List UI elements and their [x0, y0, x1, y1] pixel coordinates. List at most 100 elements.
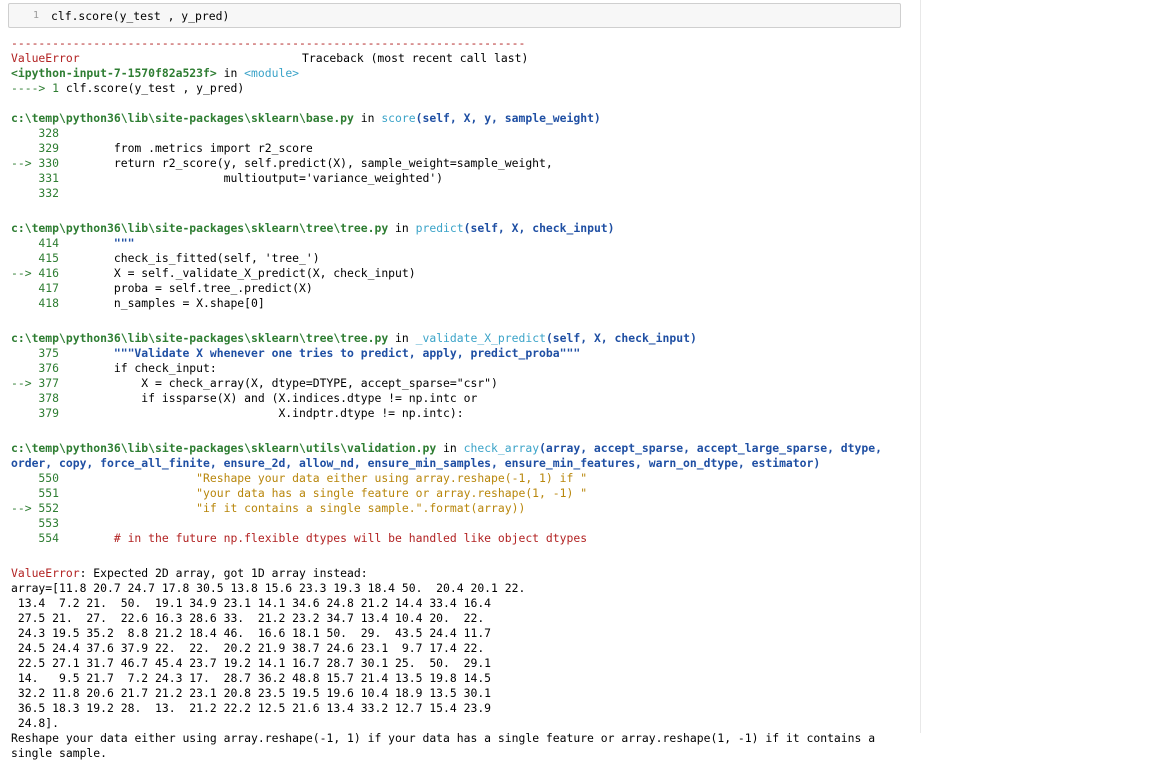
code-line: 332	[11, 186, 916, 201]
final-error-name: ValueError	[11, 566, 80, 580]
line-number: 378	[38, 391, 59, 405]
code-text: X.indptr.dtype != np.intc):	[59, 406, 464, 420]
code-line: 376 if check_input:	[11, 361, 916, 376]
array-line: 13.4 7.2 21. 50. 19.1 34.9 23.1 14.1 34.…	[11, 596, 492, 610]
code-line: 378 if issparse(X) and (X.indices.dtype …	[11, 391, 916, 406]
error-array-dump: array=[11.8 20.7 24.7 17.8 30.5 13.8 15.…	[11, 581, 916, 761]
module-name: <module>	[244, 66, 300, 80]
first-line-code: clf.score(y_test , y_pred)	[65, 81, 245, 95]
frame-function: check_array	[463, 441, 540, 455]
code-line: 414 """	[11, 236, 916, 251]
final-error-message: : Expected 2D array, got 1D array instea…	[79, 566, 368, 580]
code-text: from .metrics import r2_score	[59, 141, 313, 155]
line-number: 553	[38, 516, 59, 530]
array-line: 14. 9.5 21.7 7.2 24.3 17. 28.7 36.2 48.8…	[11, 671, 492, 685]
line-number: 550	[38, 471, 59, 485]
code-line: 379 X.indptr.dtype != np.intc):	[11, 406, 916, 421]
array-line: 24.3 19.5 35.2 8.8 21.2 18.4 46. 16.6 18…	[11, 626, 492, 640]
code-line: --> 377 X = check_array(X, dtype=DTYPE, …	[11, 376, 916, 391]
in-word: in	[353, 111, 382, 125]
code-line: 331 multioutput='variance_weighted')	[11, 171, 916, 186]
frame-path: c:\temp\python36\lib\site-packages\sklea…	[11, 441, 437, 455]
line-number: 414	[38, 236, 59, 250]
frame-args: (self, X, check_input)	[545, 331, 697, 345]
array-line: 24.8].	[11, 716, 60, 730]
line-number: 1	[32, 10, 39, 21]
frame-args-continued: order, copy, force_all_finite, ensure_2d…	[11, 456, 821, 470]
code-text: X = check_array(X, dtype=DTYPE, accept_s…	[59, 376, 498, 390]
line-number: 331	[38, 171, 59, 185]
line-number: 375	[38, 346, 59, 360]
code-line: 551 "your data has a single feature or a…	[11, 486, 916, 501]
frame-path: c:\temp\python36\lib\site-packages\sklea…	[11, 331, 389, 345]
frame-header: c:\temp\python36\lib\site-packages\sklea…	[11, 331, 916, 346]
line-number: 332	[38, 186, 59, 200]
code-text: n_samples = X.shape[0]	[59, 296, 265, 310]
final-error: ValueError: Expected 2D array, got 1D ar…	[11, 566, 916, 581]
frame-args: (self, X, y, sample_weight)	[415, 111, 601, 125]
traceback-header: ValueError Traceback (most recent call la…	[11, 51, 916, 66]
line-number: 376	[38, 361, 59, 375]
code-line: 415 check_is_fitted(self, 'tree_')	[11, 251, 916, 266]
input-code[interactable]: clf.score(y_test , y_pred)	[51, 4, 229, 28]
in-word: in	[388, 331, 416, 345]
array-line: single sample.	[11, 746, 108, 760]
line-number: 418	[38, 296, 59, 310]
code-text: "if it contains a single sample.".format…	[59, 501, 526, 515]
frame-function: _validate_X_predict	[415, 331, 546, 345]
traceback-title: Traceback (most recent call last)	[302, 51, 529, 65]
code-line: 328	[11, 126, 916, 141]
in-word: in	[436, 441, 464, 455]
in-word: in	[388, 221, 416, 235]
code-text: check_is_fitted(self, 'tree_')	[59, 251, 320, 265]
traceback-frames: c:\temp\python36\lib\site-packages\sklea…	[11, 111, 916, 566]
line-number: 379	[38, 406, 59, 420]
notebook-edge-divider	[920, 0, 921, 733]
traceback-first-line: ----> 1 clf.score(y_test , y_pred)	[11, 81, 916, 96]
current-line-marker: --> 377	[11, 376, 60, 390]
code-text: return r2_score(y, self.predict(X), samp…	[59, 156, 553, 170]
line-number: 417	[38, 281, 59, 295]
line-number: 329	[38, 141, 59, 155]
line-number: 328	[38, 126, 59, 140]
frame-path: c:\temp\python36\lib\site-packages\sklea…	[11, 221, 389, 235]
code-line: --> 330 return r2_score(y, self.predict(…	[11, 156, 916, 171]
array-line: 27.5 21. 27. 22.6 16.3 28.6 33. 21.2 23.…	[11, 611, 485, 625]
code-input-cell[interactable]: 1 clf.score(y_test , y_pred)	[8, 3, 901, 28]
code-text: "your data has a single feature or array…	[59, 486, 588, 500]
array-line: array=[11.8 20.7 24.7 17.8 30.5 13.8 15.…	[11, 581, 526, 595]
frame-function: score	[381, 111, 416, 125]
array-line: 24.5 24.4 37.6 37.9 22. 22. 20.2 21.9 38…	[11, 641, 485, 655]
code-text: """	[59, 236, 135, 250]
frame-header: c:\temp\python36\lib\site-packages\sklea…	[11, 111, 916, 126]
line-number: 551	[38, 486, 59, 500]
code-line: 417 proba = self.tree_.predict(X)	[11, 281, 916, 296]
frame-header: c:\temp\python36\lib\site-packages\sklea…	[11, 221, 916, 236]
code-text: """Validate X whenever one tries to pred…	[59, 346, 581, 360]
code-text: # in the future np.flexible dtypes will …	[59, 531, 588, 545]
code-text: if issparse(X) and (X.indices.dtype != n…	[59, 391, 478, 405]
array-line: 32.2 11.8 20.6 21.7 21.2 23.1 20.8 23.5 …	[11, 686, 492, 700]
traceback-separator: ----------------------------------------…	[11, 36, 526, 50]
code-line: 329 from .metrics import r2_score	[11, 141, 916, 156]
frame-args: (array, accept_sparse, accept_large_spar…	[539, 441, 882, 455]
code-text: "Reshape your data either using array.re…	[59, 471, 588, 485]
frame-function: predict	[415, 221, 464, 235]
current-line-marker: --> 330	[11, 156, 60, 170]
code-text: if check_input:	[59, 361, 217, 375]
code-line: 375 """Validate X whenever one tries to …	[11, 346, 916, 361]
current-line-marker: --> 416	[11, 266, 60, 280]
frame-path: c:\temp\python36\lib\site-packages\sklea…	[11, 111, 354, 125]
array-line: 22.5 27.1 31.7 46.7 45.4 23.7 19.2 14.1 …	[11, 656, 492, 670]
code-text: proba = self.tree_.predict(X)	[59, 281, 313, 295]
line-number: 554	[38, 531, 59, 545]
frame-header: c:\temp\python36\lib\site-packages\sklea…	[11, 441, 916, 456]
code-text: X = self._validate_X_predict(X, check_in…	[59, 266, 416, 280]
traceback-output: ----------------------------------------…	[11, 36, 916, 761]
array-line: 36.5 18.3 19.2 28. 13. 21.2 22.2 12.5 21…	[11, 701, 492, 715]
code-line: --> 416 X = self._validate_X_predict(X, …	[11, 266, 916, 281]
